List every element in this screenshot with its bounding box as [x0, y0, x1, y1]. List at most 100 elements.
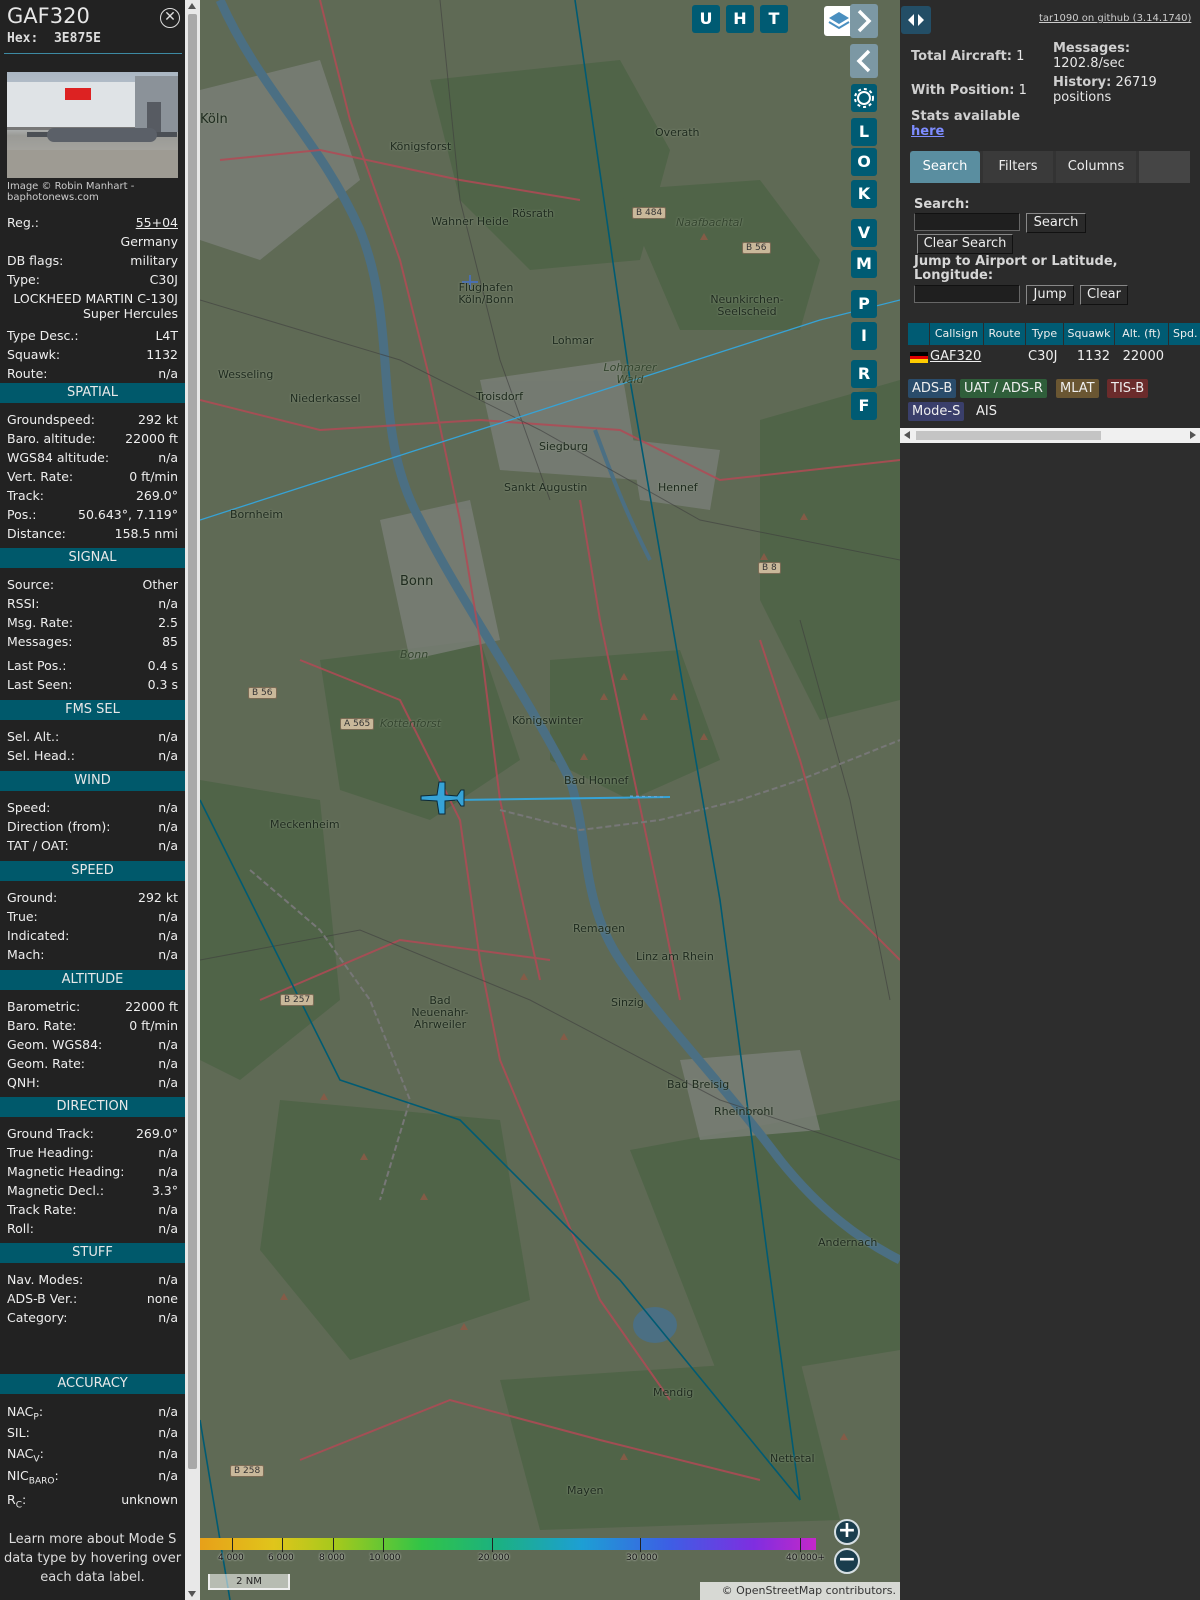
- section-wind: WIND: [0, 771, 185, 791]
- aircraft-info-panel: GAF320 Hex: 3E875E ✕ Image © Robin Manha…: [0, 0, 185, 1600]
- chevron-right-icon[interactable]: [850, 4, 878, 38]
- map-scale: 2 NM: [208, 1574, 290, 1590]
- type-full-row: LOCKHEED MARTIN C-130J Super Hercules: [13, 291, 178, 321]
- column-speed[interactable]: Spd.: [1169, 323, 1200, 345]
- aircraft-photo[interactable]: [7, 72, 178, 178]
- road-shield: B 56: [742, 242, 771, 254]
- column-type[interactable]: Type: [1026, 323, 1063, 345]
- column-route[interactable]: Route: [984, 323, 1025, 345]
- map-label-town: Bad Honnef: [564, 774, 629, 787]
- source-chip-ais[interactable]: AIS: [972, 402, 1001, 421]
- tab-columns[interactable]: Columns: [1056, 151, 1136, 183]
- column-flag[interactable]: [908, 323, 929, 345]
- legend-tick-label: 20 000: [478, 1553, 510, 1563]
- chevron-left-icon[interactable]: [850, 44, 878, 78]
- messages-rate: Messages: 1202.8/sec: [1053, 41, 1131, 71]
- map-label-town: Overath: [655, 126, 700, 139]
- map-base: [200, 0, 900, 1600]
- map-view[interactable]: Köln Königsforst Overath Rösrath Wahner Heid…: [200, 0, 900, 1600]
- jump-button[interactable]: Jump: [1026, 285, 1074, 305]
- tab-empty: [1139, 151, 1190, 183]
- map-button-r[interactable]: R: [851, 360, 877, 388]
- photo-credit[interactable]: Image © Robin Manhart - baphotonews.com: [7, 181, 182, 203]
- legend-tick: [333, 1538, 334, 1552]
- map-label-town: Sankt Augustin: [504, 481, 588, 494]
- road-shield: B 257: [280, 994, 315, 1006]
- total-aircraft: Total Aircraft: 1: [911, 49, 1025, 64]
- jump-label: Jump to Airport or Latitude, Longitude:: [914, 254, 1118, 283]
- column-callsign[interactable]: Callsign: [930, 323, 983, 345]
- info-panel-scrollbar[interactable]: [185, 0, 200, 1600]
- map-label-town: Bonn: [400, 648, 429, 661]
- tab-bar: Search Filters Columns: [910, 151, 1190, 183]
- map-label-town: Andernach: [818, 1236, 878, 1249]
- clear-button[interactable]: Clear: [1080, 285, 1128, 305]
- tar1090-app: GAF320 Hex: 3E875E ✕ Image © Robin Manha…: [0, 0, 1200, 1600]
- map-button-i[interactable]: I: [851, 322, 877, 350]
- map-label-town: Meckenheim: [270, 818, 340, 831]
- map-button-t[interactable]: T: [760, 5, 788, 33]
- map-label-town: Bornheim: [230, 508, 284, 521]
- source-chip-tis-b[interactable]: TIS-B: [1107, 379, 1149, 398]
- map-label-town: Hennef: [658, 481, 698, 494]
- road-shield: B 484: [632, 207, 667, 219]
- source-chip-uat-ads-r[interactable]: UAT / ADS-R: [960, 379, 1047, 398]
- column-squawk[interactable]: Squawk: [1064, 323, 1114, 345]
- map-button-v[interactable]: V: [851, 219, 877, 247]
- history-count: History: 26719 positions: [1053, 75, 1157, 105]
- map-button-o[interactable]: O: [851, 148, 877, 176]
- search-label: Search:: [914, 197, 970, 212]
- github-link[interactable]: tar1090 on github (3.14.1740): [1039, 13, 1191, 24]
- map-attribution[interactable]: © OpenStreetMap contributors.: [700, 1582, 900, 1600]
- section-fms-sel: FMS SEL: [0, 700, 185, 720]
- section-altitude: ALTITUDE: [0, 970, 185, 990]
- reg-link[interactable]: 55+04: [136, 215, 178, 230]
- map-button-f[interactable]: F: [851, 392, 877, 420]
- map-label-town: Lohmar: [552, 334, 594, 347]
- source-chip-mlat[interactable]: MLAT: [1056, 379, 1099, 398]
- legend-tick-label: 40 000+: [786, 1553, 826, 1563]
- tab-search[interactable]: Search: [910, 151, 980, 183]
- jump-input[interactable]: [914, 285, 1020, 303]
- road-shield: A 565: [340, 718, 375, 730]
- search-button[interactable]: Search: [1026, 213, 1086, 233]
- zoom-out-button[interactable]: −: [834, 1548, 860, 1574]
- legend-tick: [800, 1538, 801, 1552]
- germany-flag-icon: [910, 352, 928, 364]
- expand-collapse-icon[interactable]: [901, 6, 931, 34]
- column-altitude[interactable]: Alt. (ft): [1115, 323, 1168, 345]
- divider: [4, 53, 182, 54]
- source-chip-ads-b[interactable]: ADS-B: [908, 379, 957, 398]
- legend-tick-label: 8 000: [319, 1553, 345, 1563]
- map-button-p[interactable]: P: [851, 290, 877, 318]
- clear-search-button[interactable]: Clear Search: [917, 234, 1013, 254]
- map-button-u[interactable]: U: [692, 5, 720, 33]
- map-label-town: Niederkassel: [290, 392, 361, 405]
- map-label-town: Lohmarer Wald: [603, 361, 657, 386]
- map-label-town: Mendig: [653, 1386, 694, 1399]
- source-chip-mode-s[interactable]: Mode-S: [908, 402, 965, 421]
- gear-icon[interactable]: [851, 84, 877, 112]
- row-callsign[interactable]: GAF320: [930, 347, 981, 367]
- legend-tick: [232, 1538, 233, 1552]
- tab-filters[interactable]: Filters: [983, 151, 1053, 183]
- legend-tick-label: 30 000: [626, 1553, 658, 1563]
- map-label-town: Bad Neuenahr-Ahrweiler: [411, 994, 469, 1031]
- stats-link[interactable]: here: [911, 124, 944, 139]
- map-label-town: Königsforst: [390, 140, 452, 153]
- table-horizontal-scrollbar[interactable]: [900, 428, 1200, 443]
- map-label-town: Sinzig: [611, 996, 644, 1009]
- close-icon[interactable]: ✕: [160, 8, 180, 28]
- section-stuff: STUFF: [0, 1243, 185, 1263]
- map-button-l[interactable]: L: [851, 118, 877, 146]
- zoom-in-button[interactable]: +: [834, 1519, 860, 1545]
- map-label-town: Wesseling: [218, 368, 274, 381]
- table-row[interactable]: GAF320 C30J 1132 22000: [908, 347, 1200, 367]
- search-input[interactable]: [914, 213, 1020, 231]
- map-button-m[interactable]: M: [851, 250, 877, 278]
- row-squawk: 1132: [1076, 349, 1110, 364]
- map-button-k[interactable]: K: [851, 180, 877, 208]
- legend-tick: [640, 1538, 641, 1552]
- map-label-town: Troisdorf: [476, 390, 524, 403]
- map-button-h[interactable]: H: [726, 5, 754, 33]
